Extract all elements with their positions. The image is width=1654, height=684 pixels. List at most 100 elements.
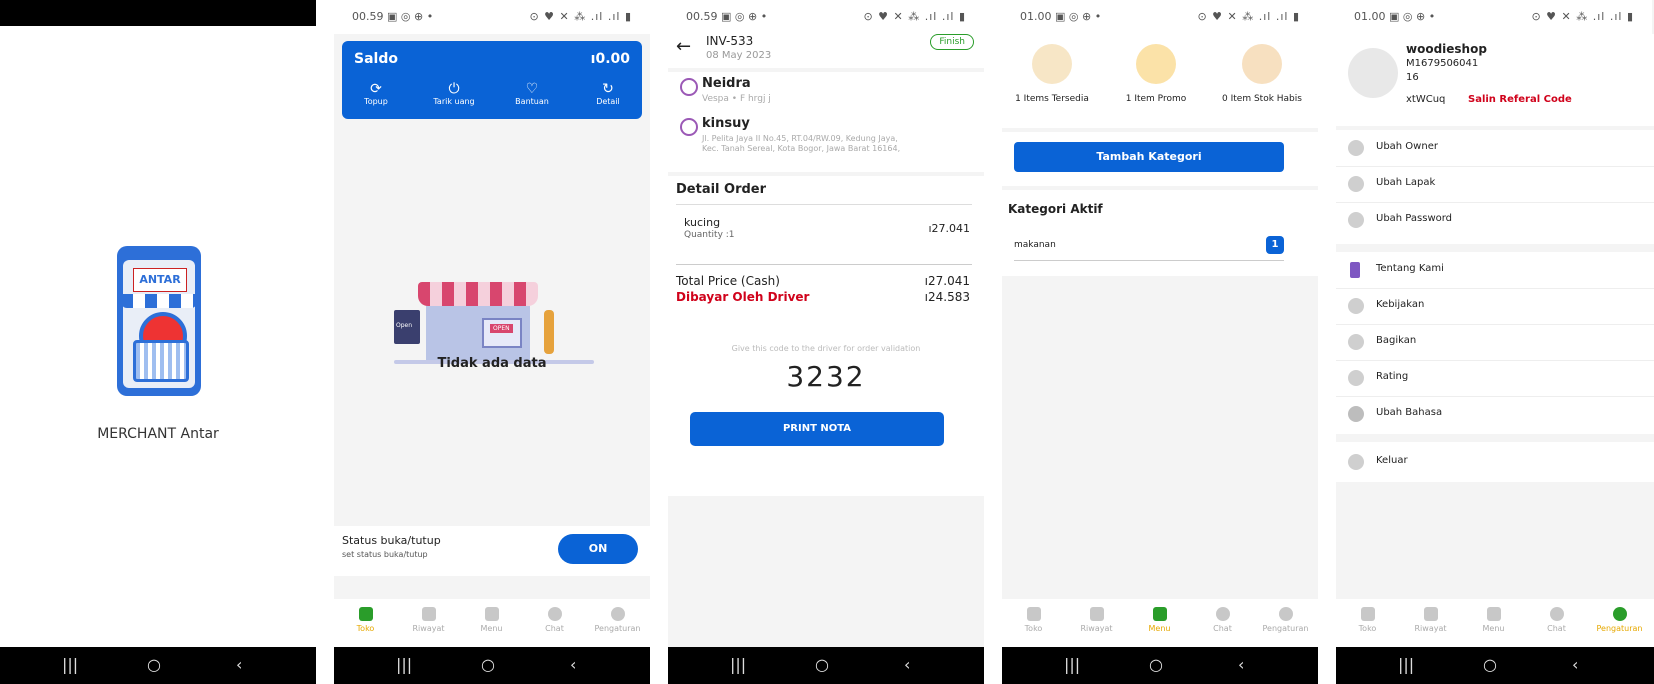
status-title: Status buka/tutup (342, 534, 441, 547)
home-button[interactable]: ○ (815, 655, 829, 674)
open-sign-label: Open (396, 322, 413, 329)
print-nota-button[interactable]: PRINT NOTA (690, 412, 944, 446)
order-date: 08 May 2023 (706, 50, 772, 61)
clock: 01.00 ▣ ◎ ⊕ • (1354, 10, 1436, 23)
driver-paid-value: ı24.583 (924, 290, 970, 304)
tarik-uang-action[interactable]: ⏻ Tarik uang (424, 81, 484, 106)
saldo-card: Saldo ı0.00 ⟳ Topup ⏻ Tarik uang ♡ Bantuan … (342, 41, 642, 119)
recent-apps-button[interactable]: ||| (730, 655, 746, 674)
stat-available[interactable]: 1 Items Tersedia (1002, 34, 1102, 104)
driver-pin-icon (680, 78, 698, 96)
tab-riwayat[interactable]: Riwayat (1065, 603, 1128, 633)
category-name: makanan (1014, 240, 1056, 250)
recent-apps-button[interactable]: ||| (396, 655, 412, 674)
recent-apps-button[interactable]: ||| (62, 655, 78, 674)
logout-button[interactable]: Keluar (1336, 442, 1654, 482)
active-categories-title: Kategori Aktif (1008, 202, 1103, 216)
menu-bagikan[interactable]: Bagikan (1336, 324, 1654, 361)
divider (676, 264, 972, 265)
screen-splash: ANTAR MERCHANT Antar ||| ○ ‹ (0, 0, 316, 684)
status-bar: 00.59 ▣ ◎ ⊕ • ⊙ ♥ ✕ ⁂ .ıl .ıl ▮ (334, 0, 650, 34)
tab-toko[interactable]: Toko (334, 603, 397, 633)
tab-toko[interactable]: Toko (1002, 603, 1065, 633)
promo-icon (1136, 44, 1176, 84)
bantuan-action[interactable]: ♡ Bantuan (502, 81, 562, 106)
saldo-value: ı0.00 (590, 51, 630, 67)
menu-ubah-password[interactable]: Ubah Password (1336, 202, 1654, 238)
home-button[interactable]: ○ (1149, 655, 1163, 674)
add-category-button[interactable]: Tambah Kategori (1014, 142, 1284, 172)
recent-apps-button[interactable]: ||| (1398, 655, 1414, 674)
back-button[interactable]: ‹ (1238, 655, 1244, 674)
empty-bag-icon (1242, 44, 1282, 84)
shop-name: woodieshop (1406, 42, 1487, 56)
chat-tab-icon (1215, 607, 1230, 621)
code-hint: Give this code to the driver for order v… (731, 344, 921, 353)
app-logo: ANTAR (115, 246, 203, 396)
active-categories: Kategori Aktif makanan 1 (1002, 190, 1318, 276)
policy-icon (1348, 298, 1364, 314)
total-label: Total Price (Cash) (676, 274, 780, 288)
home-button[interactable]: ○ (481, 655, 495, 674)
item-name: kucing (684, 216, 721, 229)
tab-chat[interactable]: Chat (1525, 603, 1588, 633)
item-qty: Quantity :1 (684, 230, 735, 240)
shop-avatar[interactable] (1348, 48, 1398, 98)
invoice-number: INV-533 (706, 34, 754, 48)
recent-apps-button[interactable]: ||| (1064, 655, 1080, 674)
tab-riwayat[interactable]: Riwayat (1399, 603, 1462, 633)
merchant-id-suffix: 16 (1406, 72, 1419, 83)
open-toggle-button[interactable]: ON (558, 534, 638, 564)
system-navbar: ||| ○ ‹ (1002, 647, 1318, 684)
tab-chat[interactable]: Chat (523, 603, 586, 633)
back-button[interactable]: ‹ (904, 655, 910, 674)
profile-card: woodieshop M1679506041 16 xtWCuq Salin R… (1336, 34, 1654, 126)
tab-pengaturan[interactable]: Pengaturan (1254, 603, 1317, 633)
menu-kebijakan[interactable]: Kebijakan (1336, 288, 1654, 325)
tab-pengaturan[interactable]: Pengaturan (1588, 603, 1651, 633)
stat-out-of-stock[interactable]: 0 Item Stok Habis (1210, 34, 1314, 104)
home-button[interactable]: ○ (1483, 655, 1497, 674)
order-header: ← INV-533 08 May 2023 Finish (668, 34, 984, 68)
status-bar: 01.00 ▣ ◎ ⊕ • ⊙ ♥ ✕ ⁂ .ıl .ıl ▮ (1002, 0, 1318, 34)
menu-ubah-bahasa[interactable]: Ubah Bahasa (1336, 396, 1654, 432)
back-button[interactable]: ‹ (1572, 655, 1578, 674)
total-value: ı27.041 (924, 274, 970, 288)
back-arrow-icon[interactable]: ← (676, 36, 691, 57)
stat-promo[interactable]: 1 Item Promo (1106, 34, 1206, 104)
back-button[interactable]: ‹ (236, 655, 242, 674)
tab-menu[interactable]: Menu (1462, 603, 1525, 633)
tab-menu[interactable]: Menu (460, 603, 523, 633)
history-tab-icon (1089, 607, 1104, 621)
screen-menu: 01.00 ▣ ◎ ⊕ • ⊙ ♥ ✕ ⁂ .ıl .ıl ▮ 1 Items … (1002, 0, 1318, 684)
tab-menu[interactable]: Menu (1128, 603, 1191, 633)
category-row[interactable]: makanan 1 (1014, 234, 1284, 261)
back-button[interactable]: ‹ (570, 655, 576, 674)
status-bar: 01.00 ▣ ◎ ⊕ • ⊙ ♥ ✕ ⁂ .ıl .ıl ▮ (1336, 0, 1652, 34)
clock: 00.59 ▣ ◎ ⊕ • (686, 10, 768, 23)
screen-toko: 00.59 ▣ ◎ ⊕ • ⊙ ♥ ✕ ⁂ .ıl .ıl ▮ Saldo ı0… (334, 0, 650, 684)
tab-pengaturan[interactable]: Pengaturan (586, 603, 649, 633)
tab-toko[interactable]: Toko (1336, 603, 1399, 633)
system-navbar: ||| ○ ‹ (0, 647, 316, 684)
menu-tentang-kami[interactable]: Tentang Kami (1336, 252, 1654, 289)
tab-riwayat[interactable]: Riwayat (397, 603, 460, 633)
copy-referral-button[interactable]: Salin Referal Code (1468, 94, 1572, 105)
home-button[interactable]: ○ (147, 655, 161, 674)
detail-order-title: Detail Order (676, 182, 767, 197)
tab-chat[interactable]: Chat (1191, 603, 1254, 633)
refresh-icon: ⟳ (370, 81, 382, 97)
menu-rating[interactable]: Rating (1336, 360, 1654, 397)
menu-icon (1486, 607, 1501, 621)
item-price: ı27.041 (928, 222, 970, 235)
detail-action[interactable]: ↻ Detail (578, 81, 638, 106)
menu-ubah-owner[interactable]: Ubah Owner (1336, 130, 1654, 167)
menu-ubah-lapak[interactable]: Ubah Lapak (1336, 166, 1654, 203)
share-icon (1348, 334, 1364, 350)
person-tab-icon (610, 607, 625, 621)
screen-settings: 01.00 ▣ ◎ ⊕ • ⊙ ♥ ✕ ⁂ .ıl .ıl ▮ woodiesh… (1336, 0, 1654, 684)
history-icon: ↻ (602, 81, 614, 97)
awning-icon (121, 294, 197, 308)
topup-action[interactable]: ⟳ Topup (346, 81, 406, 106)
bag-icon (1032, 44, 1072, 84)
